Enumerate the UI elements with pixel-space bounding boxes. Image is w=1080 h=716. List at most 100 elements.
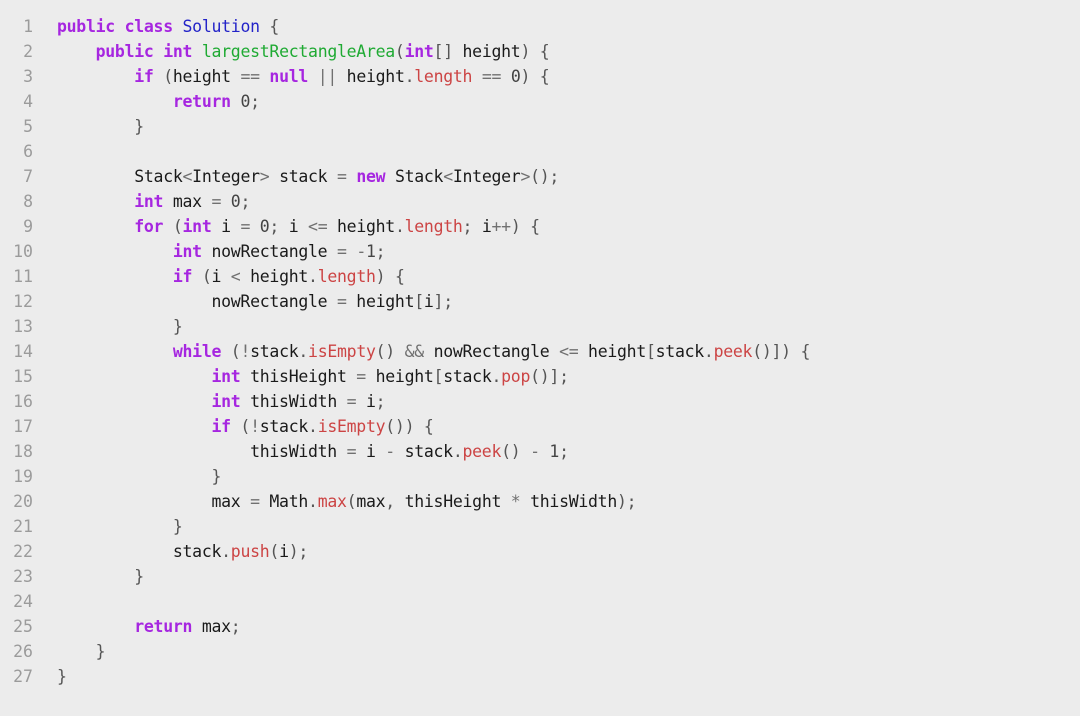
line-number: 21: [13, 517, 33, 536]
code-line[interactable]: 8 int max = 0;: [0, 189, 1080, 214]
code-line[interactable]: 17 if (!stack.isEmpty()) {: [0, 414, 1080, 439]
code-line-content[interactable]: thisWidth = i - stack.peek() - 1;: [33, 439, 569, 464]
code-line-content[interactable]: int thisWidth = i;: [33, 389, 385, 414]
code-line-content[interactable]: }: [33, 514, 183, 539]
token-punc: {: [539, 42, 550, 61]
token-pl: thisWidth: [530, 492, 617, 511]
token-type: int: [163, 42, 193, 61]
code-line[interactable]: 10 int nowRectangle = -1;: [0, 239, 1080, 264]
code-line-content[interactable]: public class Solution {: [33, 14, 279, 39]
token-punc: (: [192, 267, 212, 286]
code-line-content[interactable]: return 0;: [33, 89, 260, 114]
code-line[interactable]: 26 }: [0, 639, 1080, 664]
code-line[interactable]: 23 }: [0, 564, 1080, 589]
code-line-content[interactable]: int max = 0;: [33, 189, 250, 214]
code-line[interactable]: 6: [0, 139, 1080, 164]
token-punc: ()): [385, 417, 424, 436]
code-line[interactable]: 2 public int largestRectangleArea(int[] …: [0, 39, 1080, 64]
code-line-content[interactable]: while (!stack.isEmpty() && nowRectangle …: [33, 339, 811, 364]
token-pl: stack: [250, 342, 299, 361]
token-pl: height: [462, 42, 521, 61]
token-punc: }: [172, 517, 183, 536]
line-number: 1: [23, 17, 33, 36]
token-kw: null: [269, 67, 309, 86]
code-line[interactable]: 27}: [0, 664, 1080, 689]
code-line-content[interactable]: }: [33, 464, 221, 489]
code-line-content[interactable]: return max;: [33, 614, 240, 639]
token-punc: ): [375, 267, 395, 286]
code-line-content[interactable]: stack.push(i);: [33, 539, 308, 564]
code-line-content[interactable]: }: [33, 664, 67, 689]
code-line-content[interactable]: if (i < height.length) {: [33, 264, 405, 289]
code-viewer[interactable]: 1 public class Solution {2 public int lar…: [0, 0, 1080, 716]
code-line-content[interactable]: if (!stack.isEmpty()) {: [33, 414, 434, 439]
code-line[interactable]: 11 if (i < height.length) {: [0, 264, 1080, 289]
code-line[interactable]: 3 if (height == null || height.length ==…: [0, 64, 1080, 89]
code-line-content[interactable]: int thisHeight = height[stack.pop()];: [33, 364, 569, 389]
code-line[interactable]: 1 public class Solution {: [0, 14, 1080, 39]
token-kw: for: [134, 217, 164, 236]
code-line[interactable]: 16 int thisWidth = i;: [0, 389, 1080, 414]
code-line-content[interactable]: nowRectangle = height[i];: [33, 289, 453, 314]
code-line[interactable]: 7 Stack<Integer> stack = new Stack<Integ…: [0, 164, 1080, 189]
code-line[interactable]: 9 for (int i = 0; i <= height.length; i+…: [0, 214, 1080, 239]
code-line-content[interactable]: int nowRectangle = -1;: [33, 239, 386, 264]
token-pl: stack: [259, 417, 309, 436]
code-line[interactable]: 5 }: [0, 114, 1080, 139]
token-punc: );: [288, 542, 309, 561]
token-kw: while: [172, 342, 222, 361]
line-number: 24: [13, 592, 33, 611]
code-line[interactable]: 24: [0, 589, 1080, 614]
code-line[interactable]: 20 max = Math.max(max, thisHeight * this…: [0, 489, 1080, 514]
code-line[interactable]: 14 while (!stack.isEmpty() && nowRectang…: [0, 339, 1080, 364]
code-line[interactable]: 22 stack.push(i);: [0, 539, 1080, 564]
code-line[interactable]: 15 int thisHeight = height[stack.pop()];: [0, 364, 1080, 389]
code-line[interactable]: 21 }: [0, 514, 1080, 539]
token-punc: []: [433, 42, 463, 61]
code-line[interactable]: 4 return 0;: [0, 89, 1080, 114]
token-pl: max: [172, 192, 202, 211]
code-line[interactable]: 13 }: [0, 314, 1080, 339]
code-line[interactable]: 19 }: [0, 464, 1080, 489]
token-punc: [: [645, 342, 656, 361]
token-pl: stack: [443, 367, 492, 386]
code-lines-container[interactable]: 1 public class Solution {2 public int lar…: [0, 14, 1080, 689]
code-line-content[interactable]: public int largestRectangleArea(int[] he…: [33, 39, 550, 64]
token-punc: ();: [530, 167, 560, 186]
code-line[interactable]: 25 return max;: [0, 614, 1080, 639]
code-line[interactable]: 12 nowRectangle = height[i];: [0, 289, 1080, 314]
code-line-content[interactable]: }: [33, 564, 144, 589]
token-pl: height: [337, 217, 395, 236]
code-line-content[interactable]: if (height == null || height.length == 0…: [33, 64, 549, 89]
token-op: -: [385, 442, 395, 461]
line-number: 23: [13, 567, 33, 586]
code-line-content[interactable]: }: [33, 639, 106, 664]
token-pl: Math: [269, 492, 309, 511]
token-punc: ;: [269, 217, 289, 236]
code-line-content[interactable]: }: [33, 314, 183, 339]
token-punc: {: [423, 417, 434, 436]
token-pl: height: [250, 267, 309, 286]
code-line-content[interactable]: for (int i = 0; i <= height.length; i++)…: [33, 214, 540, 239]
token-pl: Integer: [192, 167, 260, 186]
token-pl: Stack: [134, 167, 183, 186]
code-line-content[interactable]: }: [33, 114, 144, 139]
token-punc: (: [230, 417, 251, 436]
code-line-content[interactable]: max = Math.max(max, thisHeight * thisWid…: [33, 489, 636, 514]
code-line[interactable]: 18 thisWidth = i - stack.peek() - 1;: [0, 439, 1080, 464]
code-line-content[interactable]: Stack<Integer> stack = new Stack<Integer…: [33, 164, 559, 189]
token-punc: .: [221, 542, 231, 561]
line-number: 20: [13, 492, 33, 511]
token-pl: thisHeight: [404, 492, 502, 511]
